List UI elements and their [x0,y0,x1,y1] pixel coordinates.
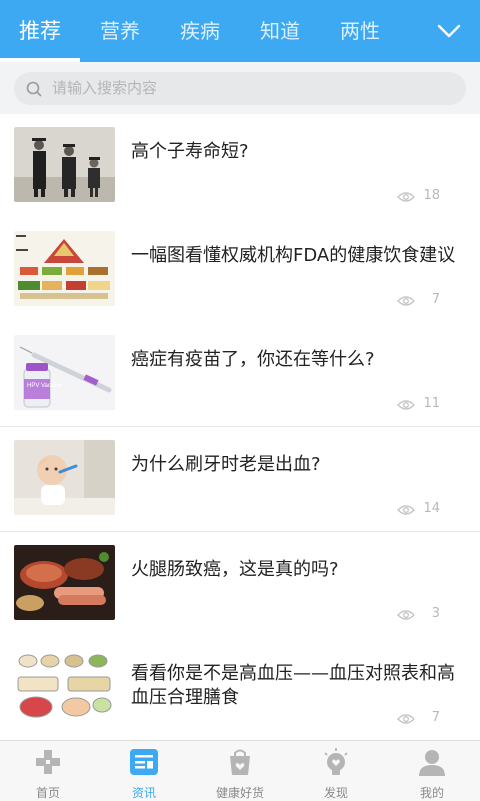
eye-icon [397,714,415,724]
expand-tabs-button[interactable] [396,0,480,62]
view-count: 14 [423,501,440,516]
search-area [0,62,480,114]
search-input[interactable] [52,72,452,105]
list-item[interactable]: 为什么刷牙时老是出血? 14 [0,427,480,532]
top-tab-bar: 推荐 营养 疾病 知道 两性 运 [0,0,480,62]
home-cross-icon [36,750,60,774]
nav-label: 发现 [323,786,348,800]
article-title: 癌症有疫苗了，你还在等什么? [131,349,375,370]
tab-nutrition[interactable]: 营养 [80,0,160,62]
nav-discover[interactable]: 发现 [288,741,384,801]
ham-sausage-photo [14,545,115,620]
list-item[interactable]: 高个子寿命短? 18 [0,114,480,219]
nav-home[interactable]: 首页 [0,741,96,801]
nav-label: 首页 [35,786,60,800]
eye-icon [397,610,415,620]
list-item[interactable]: 看看你是不是高血压——血压对照表和高血压合理膳食 7 [0,636,480,740]
chevron-down-icon [437,24,461,38]
view-count: 11 [423,396,440,411]
view-count: 18 [423,188,440,203]
tab-recommend[interactable]: 推荐 [0,0,80,62]
tab-disease[interactable]: 疾病 [160,0,240,62]
nav-profile[interactable]: 我的 [384,741,480,801]
view-count: 3 [431,606,440,621]
user-icon [419,750,445,776]
news-icon [130,749,158,775]
eye-icon [397,400,415,410]
article-list: 高个子寿命短? 18 一幅图看懂权威机构FDA的健康饮食建议 7 HPV Vac… [0,114,480,740]
hpv-vaccine-photo: HPV Vaccine [14,335,115,410]
nav-label: 资讯 [131,786,156,800]
article-title: 看看你是不是高血压——血压对照表和高血压合理膳食 [131,663,455,708]
list-item[interactable]: 一幅图看懂权威机构FDA的健康饮食建议 7 [0,218,480,323]
article-title: 高个子寿命短? [131,141,249,162]
view-count: 7 [431,710,440,725]
view-count: 7 [431,292,440,307]
nav-goods[interactable]: 健康好货 [192,741,288,801]
discover-bulb-icon [324,748,348,775]
tab-sex[interactable]: 两性 [320,0,400,62]
nav-label: 健康好货 [215,786,264,800]
meal-plates-illustration [14,649,115,724]
article-title: 为什么刷牙时老是出血? [131,454,321,475]
list-item[interactable]: 火腿肠致癌，这是真的吗? 3 [0,532,480,637]
men-standing-photo [14,127,115,202]
list-item[interactable]: HPV Vaccine 癌症有疫苗了，你还在等什么? 11 [0,322,480,427]
article-title: 火腿肠致癌，这是真的吗? [131,559,339,580]
eye-icon [397,296,415,306]
search-icon [26,81,42,97]
child-brushing-teeth-photo [14,440,115,515]
nav-label: 我的 [419,786,444,800]
food-pyramid-image [14,231,115,306]
tab-knowledge[interactable]: 知道 [240,0,320,62]
eye-icon [397,192,415,202]
eye-icon [397,505,415,515]
bottom-nav-bar: 首页 资讯 健康好货 发现 我的 [0,740,480,801]
article-title: 一幅图看懂权威机构FDA的健康饮食建议 [131,245,456,266]
search-box[interactable] [14,72,466,105]
vaccine-label: HPV Vaccine [27,383,63,389]
nav-news[interactable]: 资讯 [96,741,192,801]
shopping-bag-icon [230,749,250,775]
